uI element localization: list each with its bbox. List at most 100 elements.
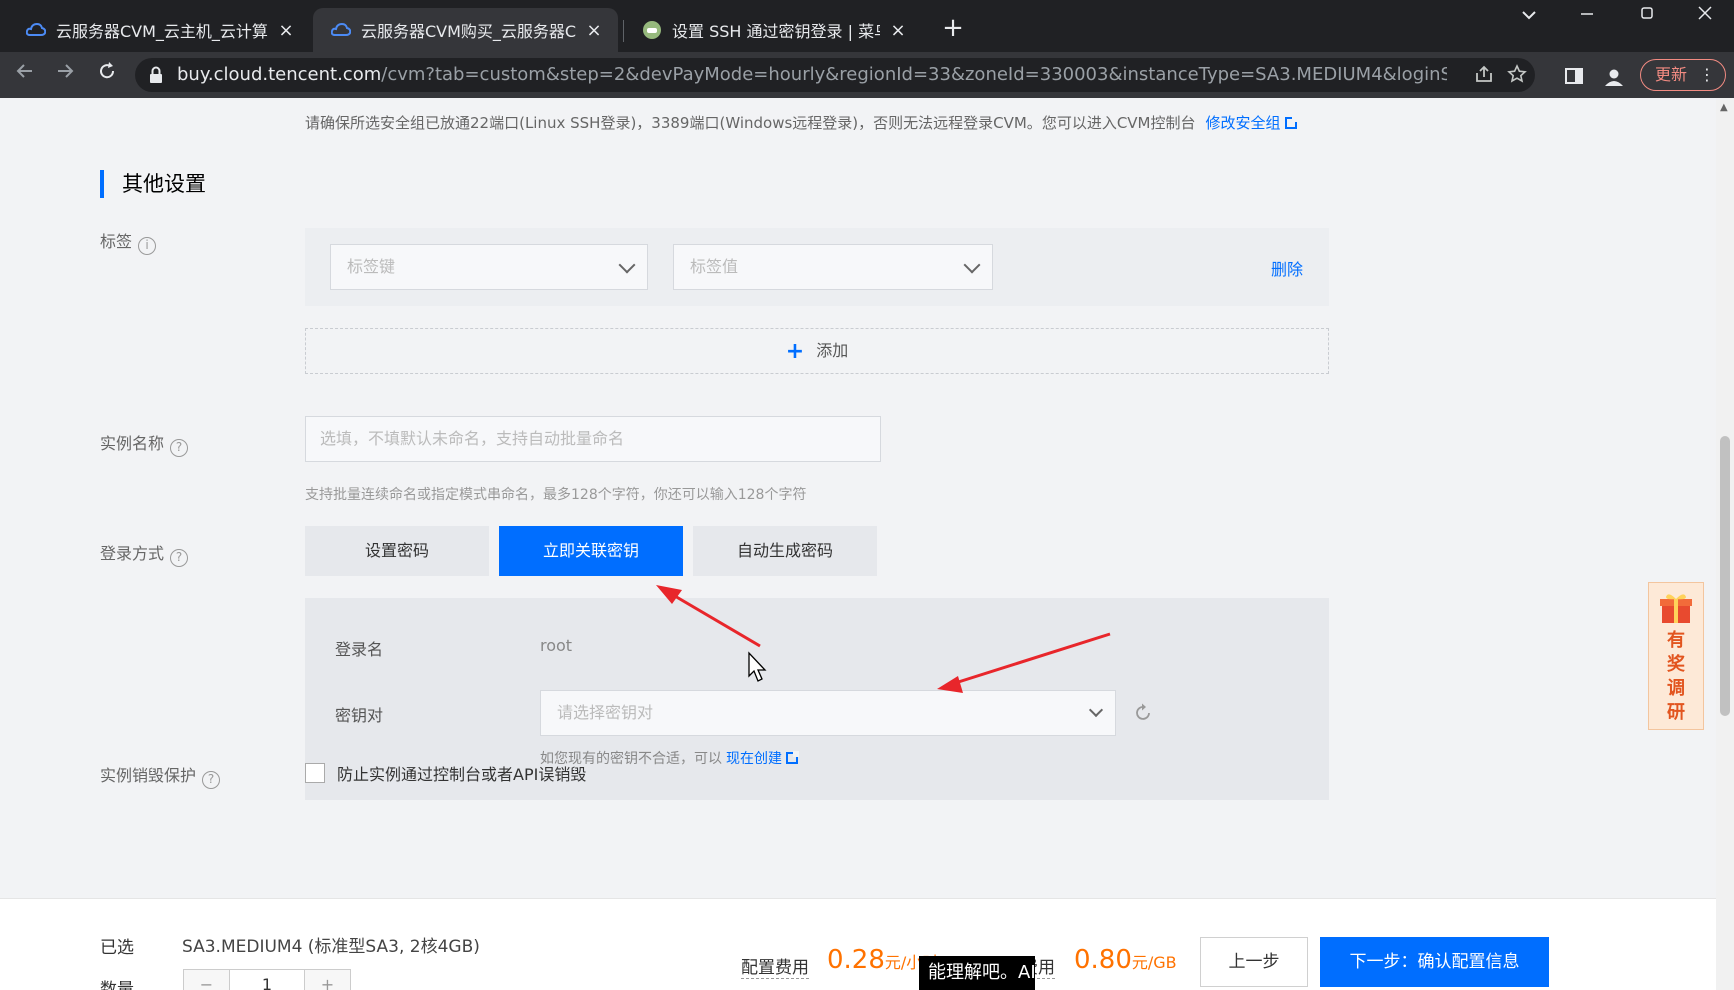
- update-button[interactable]: 更新 ⋮: [1640, 59, 1726, 91]
- video-subtitle: 能理解吧。AI: [919, 956, 1035, 990]
- selected-label: 已选: [100, 938, 134, 958]
- tencent-cloud-icon: [26, 20, 46, 40]
- browser-tab-bar: 云服务器CVM_云主机_云计算服务 × 云服务器CVM购买_云服务器CVM × …: [0, 0, 1734, 52]
- login-option-associate-key[interactable]: 立即关联密钥: [499, 526, 683, 576]
- instance-name-hint: 支持批量连续命名或指定模式串命名，最多128个字符，你还可以输入128个字符: [305, 487, 807, 503]
- page-content: 请确保所选安全组已放通22端口(Linux SSH登录)，3389端口(Wind…: [0, 98, 1716, 990]
- minimize-icon[interactable]: [1562, 0, 1612, 32]
- window-close-icon[interactable]: [1680, 0, 1730, 32]
- survey-text: 有奖调研: [1667, 630, 1685, 723]
- scroll-up-arrow-icon[interactable]: ▲: [1720, 102, 1728, 113]
- browser-tab-3[interactable]: 设置 SSH 通过密钥登录 | 菜鸟教程 ×: [624, 8, 922, 52]
- tab-search-icon[interactable]: [1504, 0, 1554, 32]
- tab-title: 设置 SSH 通过密钥登录 | 菜鸟教程: [672, 22, 880, 41]
- quantity-minus-button[interactable]: −: [184, 970, 230, 990]
- next-step-button[interactable]: 下一步：确认配置信息: [1320, 937, 1549, 987]
- quantity-stepper: − 1 +: [183, 969, 351, 990]
- instance-name-input[interactable]: 选填，不填默认未命名，支持自动批量命名: [305, 416, 881, 462]
- bandwidth-fee-amount: 0.80: [1074, 945, 1132, 975]
- lock-icon[interactable]: [149, 66, 163, 88]
- info-icon[interactable]: i: [138, 237, 157, 255]
- profile-avatar-icon[interactable]: [1603, 66, 1625, 88]
- maximize-icon[interactable]: [1622, 0, 1672, 32]
- instance-name-label: 实例名称: [100, 434, 165, 453]
- share-icon[interactable]: [1472, 64, 1496, 88]
- instance-name-placeholder: 选填，不填默认未命名，支持自动批量命名: [320, 429, 625, 448]
- login-option-set-password[interactable]: 设置密码: [305, 526, 489, 576]
- help-icon[interactable]: ?: [170, 439, 189, 457]
- config-fee-amount: 0.28: [827, 945, 885, 975]
- quantity-label: 数量: [100, 980, 134, 990]
- browser-tab-2[interactable]: 云服务器CVM购买_云服务器CVM ×: [313, 8, 618, 52]
- instance-name-label-row: 实例名称?: [100, 430, 189, 457]
- login-option-auto-password[interactable]: 自动生成密码: [693, 526, 877, 576]
- bandwidth-fee-unit: 元/GB: [1131, 953, 1177, 972]
- destroy-protection-checkbox-label: 防止实例通过控制台或者API误销毁: [337, 765, 587, 784]
- delete-tag-link[interactable]: 删除: [1271, 256, 1303, 280]
- destroy-protection-checkbox[interactable]: [305, 763, 325, 783]
- side-panel-icon[interactable]: [1564, 66, 1586, 88]
- update-label: 更新: [1655, 65, 1688, 84]
- refresh-icon[interactable]: [1132, 702, 1154, 724]
- destroy-protection-label-row: 实例销毁保护?: [100, 762, 221, 789]
- plus-icon: +: [785, 339, 805, 364]
- config-fee-label: 配置费用: [741, 953, 809, 979]
- external-link-icon: [1284, 116, 1298, 129]
- url-text: buy.cloud.tencent.com/cvm?tab=custom&ste…: [177, 64, 1447, 85]
- section-title: 其他设置: [100, 170, 206, 198]
- modify-security-group-link[interactable]: 修改安全组: [1205, 114, 1298, 132]
- url-host: buy.cloud.tencent.com: [177, 64, 382, 85]
- close-tab-icon[interactable]: ×: [888, 20, 908, 41]
- previous-step-button[interactable]: 上一步: [1200, 937, 1308, 987]
- notice-text: 请确保所选安全组已放通22端口(Linux SSH登录)，3389端口(Wind…: [305, 114, 1196, 132]
- tag-row: 标签键 标签值 删除: [305, 228, 1329, 306]
- quantity-plus-button[interactable]: +: [304, 970, 350, 990]
- page-scrollbar[interactable]: ▲: [1716, 98, 1734, 990]
- destroy-protection-label: 实例销毁保护: [100, 766, 197, 785]
- tag-value-select[interactable]: 标签值: [673, 244, 993, 290]
- help-icon[interactable]: ?: [170, 549, 189, 567]
- bookmark-star-icon[interactable]: [1505, 64, 1529, 88]
- close-tab-icon[interactable]: ×: [276, 20, 296, 41]
- survey-widget[interactable]: 有奖调研: [1648, 582, 1704, 730]
- url-path: /cvm?tab=custom&step=2&devPayMode=hourly…: [381, 64, 1447, 85]
- selected-config: SA3.MEDIUM4 (标准型SA3, 2核4GB): [182, 937, 480, 957]
- login-method-label: 登录方式: [100, 544, 165, 563]
- quantity-value[interactable]: 1: [230, 970, 304, 990]
- tags-label: 标签: [100, 232, 133, 251]
- create-keypair-link[interactable]: 现在创建: [726, 751, 799, 767]
- external-link-icon: [786, 751, 799, 764]
- tag-value-placeholder: 标签值: [690, 257, 739, 276]
- close-tab-icon[interactable]: ×: [584, 20, 604, 41]
- reload-icon[interactable]: [92, 60, 122, 90]
- username-label: 登录名: [335, 640, 384, 659]
- modify-security-group-label: 修改安全组: [1205, 114, 1281, 132]
- tab-title: 云服务器CVM_云主机_云计算服务: [56, 22, 268, 41]
- runoob-icon: [642, 20, 662, 40]
- chevron-down-icon: [1088, 702, 1104, 718]
- add-tag-label: 添加: [816, 341, 849, 360]
- keypair-label: 密钥对: [335, 706, 384, 725]
- chevron-down-icon: [618, 256, 636, 274]
- tag-key-select[interactable]: 标签键: [330, 244, 648, 290]
- tencent-cloud-icon: [331, 20, 351, 40]
- destroy-protection-option[interactable]: 防止实例通过控制台或者API误销毁: [305, 761, 586, 785]
- scrollbar-thumb[interactable]: [1720, 436, 1730, 716]
- address-bar[interactable]: buy.cloud.tencent.com/cvm?tab=custom&ste…: [135, 58, 1535, 92]
- keypair-placeholder: 请选择密钥对: [557, 703, 654, 722]
- back-arrow-icon[interactable]: [10, 60, 40, 90]
- help-icon[interactable]: ?: [202, 771, 221, 789]
- browser-tab-1[interactable]: 云服务器CVM_云主机_云计算服务 ×: [8, 8, 310, 52]
- tab-title: 云服务器CVM购买_云服务器CVM: [361, 22, 576, 41]
- add-tag-button[interactable]: + 添加: [305, 328, 1329, 374]
- forward-arrow-icon[interactable]: [50, 60, 80, 90]
- order-summary-bar: 已选 SA3.MEDIUM4 (标准型SA3, 2核4GB) 数量 − 1 + …: [0, 898, 1716, 990]
- login-method-label-row: 登录方式?: [100, 540, 189, 567]
- bandwidth-fee-value: 0.80元/GB: [1074, 945, 1177, 975]
- new-tab-button[interactable]: +: [938, 14, 968, 44]
- username-value: root: [540, 636, 573, 655]
- keypair-select[interactable]: 请选择密钥对: [540, 690, 1116, 736]
- tag-key-placeholder: 标签键: [347, 257, 396, 276]
- chevron-down-icon: [963, 256, 981, 274]
- menu-dots-icon[interactable]: ⋮: [1699, 60, 1715, 90]
